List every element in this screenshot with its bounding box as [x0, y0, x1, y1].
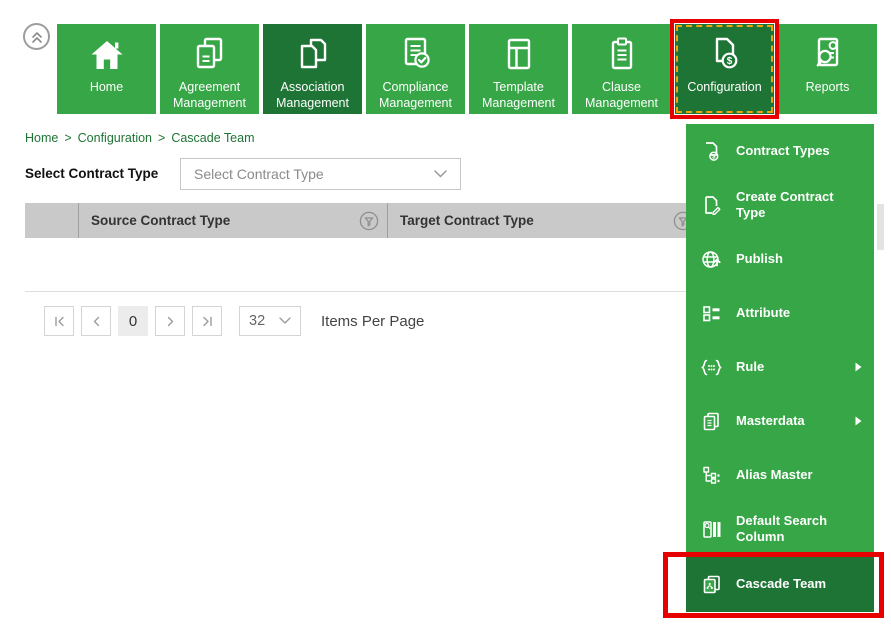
contract-type-dropdown-placeholder: Select Contract Type: [194, 166, 324, 182]
clause-management-icon: [572, 33, 671, 77]
grid-header-row: Source Contract Type Target Contract Typ…: [25, 203, 701, 238]
nav-tile-label: Home: [60, 79, 153, 95]
menu-item-label: Create Contract Type: [736, 189, 864, 222]
grid-empty-row: [25, 238, 701, 278]
menu-item-masterdata[interactable]: Masterdata: [686, 394, 874, 448]
breadcrumb-item-home[interactable]: Home: [25, 131, 58, 145]
collapse-ribbon-button[interactable]: [23, 23, 50, 50]
menu-item-alias-master[interactable]: Alias Master: [686, 448, 874, 502]
filter-icon[interactable]: [359, 211, 379, 231]
chevron-down-icon: [434, 170, 447, 178]
previous-page-button[interactable]: [81, 306, 111, 336]
breadcrumb-separator: >: [64, 131, 71, 145]
page-size-dropdown[interactable]: 32: [239, 306, 301, 336]
masterdata-icon: [699, 410, 723, 433]
nav-tile-label: Agreement Management: [163, 79, 256, 112]
rule-icon: [699, 356, 723, 379]
menu-item-label: Rule: [736, 359, 842, 375]
svg-text:$: $: [726, 56, 732, 67]
contract-types-icon: $: [699, 140, 723, 163]
first-page-icon: [53, 315, 66, 328]
nav-tile-label: Template Management: [472, 79, 565, 112]
nav-tile-configuration[interactable]: $ Configuration: [675, 24, 774, 114]
menu-item-label: Publish: [736, 251, 864, 267]
grid-header-blank-cell: [25, 203, 78, 238]
menu-item-cascade-team[interactable]: Cascade Team: [686, 556, 874, 612]
menu-item-label: Cascade Team: [736, 576, 864, 592]
nav-tile-association-management[interactable]: Association Management: [263, 24, 362, 114]
select-contract-type-label: Select Contract Type: [25, 166, 158, 181]
nav-tile-home[interactable]: Home: [57, 24, 156, 114]
menu-item-label: Alias Master: [736, 467, 864, 483]
menu-item-publish[interactable]: Publish: [686, 232, 874, 286]
last-page-icon: [201, 315, 214, 328]
nav-tile-reports[interactable]: Reports: [778, 24, 877, 114]
attribute-icon: [699, 302, 723, 325]
nav-tile-label: Compliance Management: [369, 79, 462, 112]
contract-type-dropdown[interactable]: Select Contract Type: [180, 158, 461, 190]
menu-item-label: Masterdata: [736, 413, 842, 429]
menu-item-contract-types[interactable]: $ Contract Types: [686, 124, 874, 178]
cascade-team-grid: Source Contract Type Target Contract Typ…: [25, 203, 701, 278]
menu-item-default-search-column[interactable]: Default Search Column: [686, 502, 874, 556]
column-title: Target Contract Type: [400, 213, 534, 228]
menu-item-attribute[interactable]: Attribute: [686, 286, 874, 340]
nav-tile-clause-management[interactable]: Clause Management: [572, 24, 671, 114]
pager: 0 32 Items Per Page: [44, 306, 424, 336]
nav-tile-label: Configuration: [678, 79, 771, 95]
reports-icon: [778, 33, 877, 77]
breadcrumb-separator: >: [158, 131, 165, 145]
create-contract-type-icon: [699, 194, 723, 217]
next-page-button[interactable]: [155, 306, 185, 336]
submenu-arrow-icon: [855, 416, 862, 426]
chevron-down-icon: [279, 317, 291, 325]
chevron-double-up-icon: [29, 29, 45, 45]
nav-tile-compliance-management[interactable]: Compliance Management: [366, 24, 465, 114]
nav-tile-agreement-management[interactable]: Agreement Management: [160, 24, 259, 114]
alias-master-icon: [699, 464, 723, 487]
home-icon: [57, 33, 156, 77]
menu-item-rule[interactable]: Rule: [686, 340, 874, 394]
current-page-button[interactable]: 0: [118, 306, 148, 336]
publish-icon: [699, 248, 723, 271]
nav-tile-template-management[interactable]: Template Management: [469, 24, 568, 114]
first-page-button[interactable]: [44, 306, 74, 336]
last-page-button[interactable]: [192, 306, 222, 336]
configuration-icon: $: [675, 33, 774, 77]
items-per-page-label: Items Per Page: [321, 313, 424, 330]
nav-tile-label: Reports: [781, 79, 874, 95]
prev-page-icon: [90, 315, 103, 328]
default-search-column-icon: [699, 518, 723, 541]
menu-item-label: Attribute: [736, 305, 864, 321]
breadcrumb: Home > Configuration > Cascade Team: [25, 131, 254, 145]
agreement-management-icon: [160, 33, 259, 77]
template-management-icon: [469, 33, 568, 77]
association-management-icon: [263, 33, 362, 77]
scrollbar[interactable]: [877, 204, 884, 250]
breadcrumb-item-cascade-team[interactable]: Cascade Team: [171, 131, 254, 145]
breadcrumb-item-configuration[interactable]: Configuration: [78, 131, 152, 145]
compliance-management-icon: [366, 33, 465, 77]
menu-item-create-contract-type[interactable]: Create Contract Type: [686, 178, 874, 232]
menu-item-label: Contract Types: [736, 143, 864, 159]
next-page-icon: [164, 315, 177, 328]
nav-tile-label: Association Management: [266, 79, 359, 112]
menu-item-label: Default Search Column: [736, 513, 864, 546]
grid-header-source-contract-type[interactable]: Source Contract Type: [78, 203, 387, 238]
submenu-arrow-icon: [855, 362, 862, 372]
grid-header-target-contract-type[interactable]: Target Contract Type: [387, 203, 701, 238]
configuration-menu: $ Contract Types Create Contract Type Pu…: [686, 124, 874, 612]
page-size-value: 32: [249, 313, 265, 329]
column-title: Source Contract Type: [91, 213, 230, 228]
cascade-team-icon: [699, 573, 723, 596]
nav-tile-label: Clause Management: [575, 79, 668, 112]
top-navigation: Home Agreement Management Association Ma…: [57, 24, 877, 114]
